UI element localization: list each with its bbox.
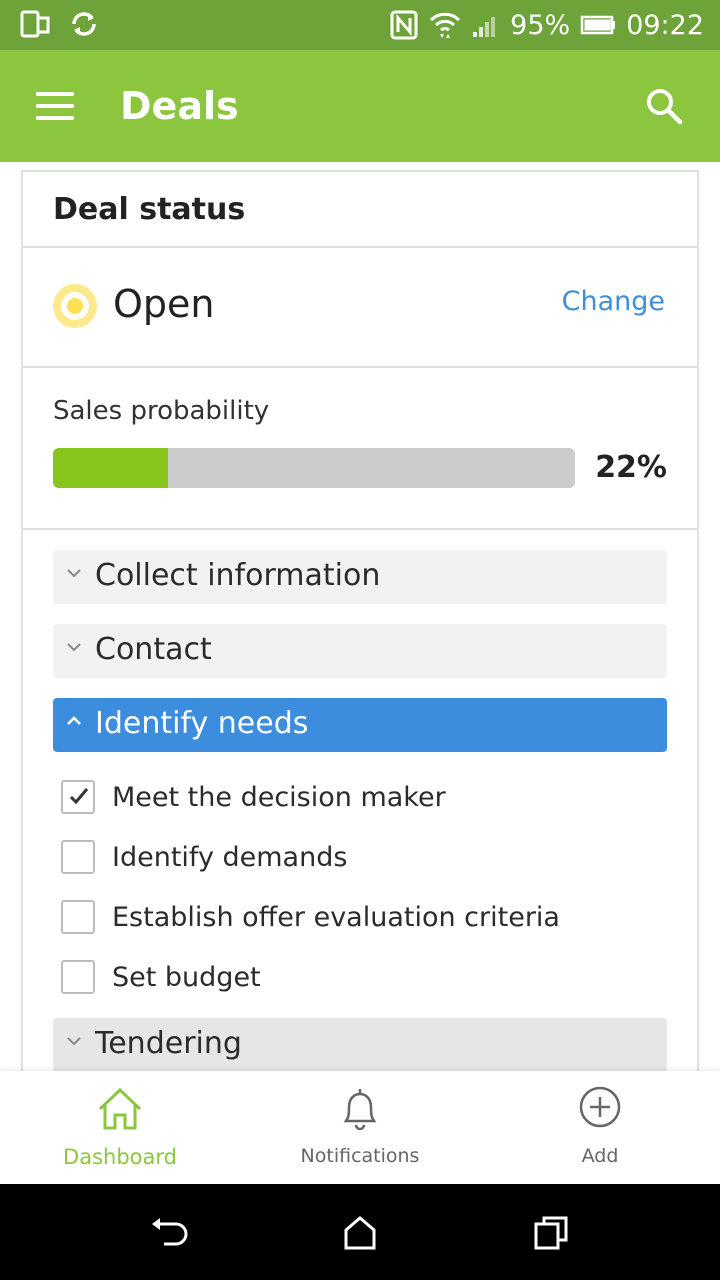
task-meet-decision-maker[interactable]: Meet the decision maker (53, 768, 667, 828)
back-icon[interactable] (148, 1214, 188, 1250)
stage-identify-needs[interactable]: Identify needs (53, 698, 667, 752)
stage-collect-information[interactable]: Collect information (53, 550, 667, 604)
status-row: Open Change (23, 248, 697, 368)
bell-icon (343, 1089, 377, 1131)
sync-icon (68, 8, 100, 40)
task-establish-criteria[interactable]: Establish offer evaluation criteria (53, 888, 667, 948)
task-set-budget[interactable]: Set budget (53, 948, 667, 1008)
screen-mirror-icon (20, 8, 50, 40)
card-title: Deal status (53, 191, 246, 227)
chevron-down-icon (67, 1037, 81, 1046)
checkbox-checked[interactable] (61, 780, 95, 814)
task-label: Set budget (112, 962, 261, 993)
search-icon[interactable] (644, 86, 684, 126)
change-status-link[interactable]: Change (562, 286, 665, 317)
recent-apps-icon[interactable] (532, 1214, 572, 1250)
wifi-icon (428, 10, 462, 40)
probability-bar-fill (53, 448, 168, 488)
checkbox[interactable] (61, 960, 95, 994)
home-icon (98, 1087, 142, 1130)
battery-percent: 95% (510, 9, 571, 41)
task-identify-demands[interactable]: Identify demands (53, 828, 667, 888)
checkbox[interactable] (61, 900, 95, 934)
stage-contact[interactable]: Contact (53, 624, 667, 678)
stage-list: Collect information Contact Identify nee… (23, 530, 697, 1072)
battery-icon (580, 15, 616, 35)
task-label: Meet the decision maker (112, 782, 446, 813)
status-value: Open (113, 282, 215, 326)
task-label: Establish offer evaluation criteria (112, 902, 560, 933)
nav-label: Notifications (300, 1145, 420, 1167)
system-navigation-bar (0, 1184, 720, 1280)
bottom-navigation: Dashboard Notifications Add (0, 1071, 720, 1184)
chevron-down-icon (67, 643, 81, 652)
stage-label: Tendering (95, 1026, 242, 1061)
probability-label: Sales probability (53, 396, 270, 426)
hamburger-menu-icon[interactable] (36, 92, 76, 120)
status-indicator-icon (53, 284, 97, 328)
stage-label: Contact (95, 632, 212, 667)
probability-bar (53, 448, 575, 488)
deal-status-card: Deal status Open Change Sales probabilit… (21, 170, 699, 1080)
probability-value: 22% (595, 450, 667, 485)
app-bar: Deals (0, 50, 720, 162)
nav-dashboard[interactable]: Dashboard (0, 1071, 240, 1184)
sales-probability-section: Sales probability 22% (23, 368, 697, 530)
nfc-icon (390, 10, 418, 40)
chevron-up-icon (67, 716, 81, 725)
signal-icon (472, 12, 500, 38)
nav-add[interactable]: Add (480, 1071, 720, 1184)
stage-tendering[interactable]: Tendering (53, 1018, 667, 1072)
task-label: Identify demands (112, 842, 348, 873)
clock: 09:22 (626, 9, 704, 41)
nav-label: Dashboard (63, 1145, 177, 1169)
plus-circle-icon (579, 1086, 621, 1128)
stage-label: Collect information (95, 558, 381, 593)
status-bar: 95% 09:22 (0, 0, 720, 50)
nav-label: Add (581, 1145, 619, 1167)
card-header: Deal status (23, 172, 697, 248)
home-button-icon[interactable] (340, 1214, 380, 1250)
checkbox[interactable] (61, 840, 95, 874)
stage-label: Identify needs (95, 706, 309, 741)
chevron-down-icon (67, 569, 81, 578)
task-list: Meet the decision maker Identify demands… (53, 768, 667, 1008)
page-title: Deals (120, 84, 239, 128)
nav-notifications[interactable]: Notifications (240, 1071, 480, 1184)
